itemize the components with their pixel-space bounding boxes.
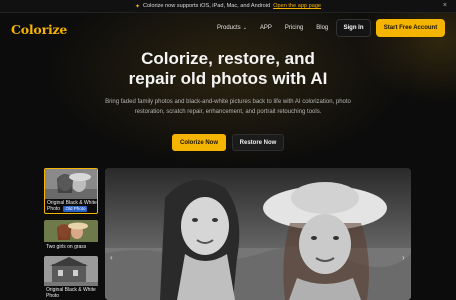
title-line-1: Colorize, restore, and [141,49,315,68]
title-line-2: repair old photos with AI [128,69,328,88]
colorize-now-button[interactable]: Colorize Now [172,134,226,151]
restore-now-button[interactable]: Restore Now [232,134,284,151]
thumbnail-1[interactable]: Original Black & White Photo Old Photo [44,168,98,214]
sparkle-icon: ✦ [134,3,140,10]
old-photo-badge: Old Photo [63,206,88,212]
thumbnail-caption: Original Black & White Photo Old Photo [47,200,97,212]
announcement-text: Colorize now supports iOS, iPad, Mac, an… [142,3,271,9]
thumbnail-list: Original Black & White Photo Old Photo T… [44,168,98,300]
nav-item-label: Products [217,25,241,31]
top-nav: Colorize Products ⌄ APP Pricing Blog Sign… [0,13,456,43]
next-arrow-icon[interactable]: › [402,253,405,262]
start-free-account-button[interactable]: Start Free Account [376,19,445,37]
nav-item-products[interactable]: Products ⌄ [217,25,247,31]
nav-menu: Products ⌄ APP Pricing Blog [217,25,328,31]
logo[interactable]: Colorize [11,22,67,37]
hero-subtitle: Bring faded family photos and black-and-… [105,99,351,115]
announcement-link[interactable]: Open the app page [273,3,321,9]
thumbnail-image [44,220,98,242]
close-icon[interactable]: × [443,2,447,9]
thumbnail-3[interactable]: Original Black & White Photo [44,256,98,300]
thumbnail-image [44,256,98,286]
announcement-bar: ✦ Colorize now supports iOS, iPad, Mac, … [0,0,456,13]
nav-item-blog[interactable]: Blog [316,25,328,31]
thumbnail-caption: Two girls on grass [46,244,87,250]
nav-item-pricing[interactable]: Pricing [285,25,303,31]
thumbnail-image [45,169,97,199]
nav-item-app[interactable]: APP [260,25,272,31]
photo-viewer[interactable] [105,168,411,300]
sign-in-button[interactable]: Sign In [336,19,371,37]
chevron-down-icon: ⌄ [242,25,247,31]
thumbnail-caption: Original Black & White Photo [46,287,96,299]
main-photo [105,168,411,300]
thumbnail-2[interactable]: Two girls on grass [44,220,98,252]
page-title: Colorize, restore, and repair old photos… [0,49,456,89]
previous-arrow-icon[interactable]: ‹ [110,253,113,262]
